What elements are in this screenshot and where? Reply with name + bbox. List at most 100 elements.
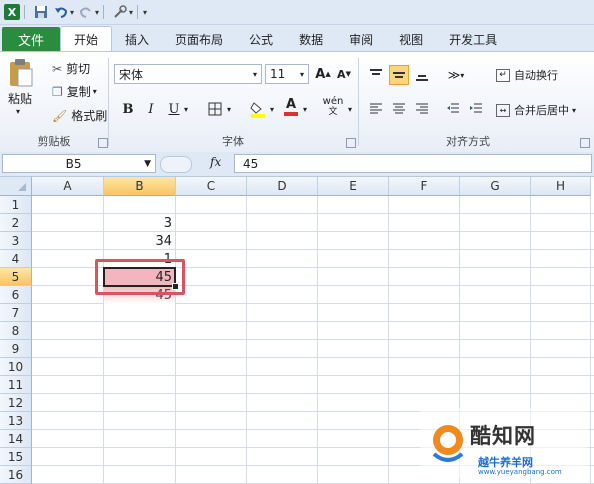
tab-review[interactable]: 审阅 (336, 27, 386, 51)
cell-b2[interactable]: 3 (104, 214, 175, 232)
row-header-12[interactable]: 12 (0, 394, 32, 412)
font-name-value: 宋体 (119, 67, 144, 82)
formula-bar-splitter[interactable] (160, 156, 192, 173)
row-header-10[interactable]: 10 (0, 358, 32, 376)
column-header-b[interactable]: B (104, 177, 176, 196)
align-left-button[interactable] (366, 99, 386, 119)
row-header-16[interactable]: 16 (0, 466, 32, 484)
column-header-d[interactable]: D (247, 177, 318, 196)
borders-dropdown-icon[interactable]: ▾ (227, 105, 231, 114)
font-size-value: 11 (270, 67, 286, 81)
row-header-8[interactable]: 8 (0, 322, 32, 340)
row-header-7[interactable]: 7 (0, 304, 32, 322)
underline-dropdown-icon[interactable]: ▾ (184, 105, 188, 114)
font-color-dropdown-icon[interactable]: ▾ (303, 105, 307, 114)
tools-dropdown-icon[interactable]: ▾ (129, 8, 133, 17)
redo-dropdown-icon[interactable]: ▾ (95, 8, 99, 17)
name-box[interactable]: B5 ▼ (2, 154, 156, 173)
tools-icon[interactable] (112, 4, 128, 20)
select-all-corner[interactable] (0, 177, 32, 196)
decrease-indent-button[interactable] (443, 99, 463, 119)
row-header-1[interactable]: 1 (0, 196, 32, 214)
save-icon[interactable] (33, 4, 49, 20)
row-header-13[interactable]: 13 (0, 412, 32, 430)
column-header-e[interactable]: E (318, 177, 389, 196)
font-size-select[interactable]: 11 ▾ (265, 64, 309, 84)
font-color-button[interactable]: A (281, 97, 301, 117)
column-header-f[interactable]: F (389, 177, 460, 196)
column-header-a[interactable]: A (32, 177, 104, 196)
tab-insert[interactable]: 插入 (112, 27, 162, 51)
column-header-g[interactable]: G (460, 177, 531, 196)
merge-dropdown-icon[interactable]: ▾ (572, 106, 576, 115)
tab-home[interactable]: 开始 (60, 26, 113, 51)
clipboard-dialog-launcher-icon[interactable] (98, 138, 108, 148)
format-painter-button[interactable]: 🖌 格式刷 (52, 107, 107, 124)
row-header-9[interactable]: 9 (0, 340, 32, 358)
bold-button[interactable]: B (118, 99, 138, 119)
chevron-down-icon: ▾ (252, 69, 257, 79)
undo-icon[interactable] (53, 4, 69, 20)
format-painter-label: 格式刷 (71, 109, 108, 123)
tab-data[interactable]: 数据 (286, 27, 336, 51)
tab-formulas[interactable]: 公式 (236, 27, 286, 51)
merge-center-button[interactable]: ↔ 合并后居中 ▾ (496, 102, 576, 118)
wrap-text-button[interactable]: ↵ 自动换行 (496, 67, 558, 83)
column-gridline (175, 196, 176, 484)
row-header-14[interactable]: 14 (0, 430, 32, 448)
row-header-6[interactable]: 6 (0, 286, 32, 304)
column-header-h[interactable]: H (531, 177, 591, 196)
merge-icon: ↔ (496, 103, 510, 117)
row-header-3[interactable]: 3 (0, 232, 32, 250)
copy-dropdown-icon[interactable]: ▾ (93, 87, 97, 96)
borders-button[interactable] (205, 99, 225, 119)
phonetic-button[interactable]: wén 文 (320, 97, 346, 118)
fill-color-dropdown-icon[interactable]: ▾ (270, 105, 274, 114)
tab-file[interactable]: 文件 (2, 27, 60, 51)
underline-button[interactable]: U (164, 99, 184, 119)
chevron-down-icon[interactable]: ▼ (144, 159, 151, 169)
grow-font-button[interactable]: A ▲ (313, 64, 333, 84)
row-header-11[interactable]: 11 (0, 376, 32, 394)
font-group-label: 字体 (222, 135, 244, 148)
orientation-button[interactable]: ≫ ▾ (443, 65, 469, 85)
tab-page-layout[interactable]: 页面布局 (162, 27, 236, 51)
row-header-2[interactable]: 2 (0, 214, 32, 232)
align-top-button[interactable] (366, 65, 386, 85)
formula-input[interactable]: 45 (234, 154, 592, 173)
phonetic-dropdown-icon[interactable]: ▾ (348, 105, 352, 114)
align-middle-icon (393, 72, 405, 78)
row-header-5[interactable]: 5 (0, 268, 32, 286)
paste-dropdown-icon[interactable]: ▾ (16, 107, 20, 116)
row-header-15[interactable]: 15 (0, 448, 32, 466)
copy-button[interactable]: ❐ 复制 ▾ (52, 83, 97, 100)
grow-font-icon: A (315, 66, 326, 82)
increase-indent-button[interactable] (466, 99, 486, 119)
scissors-icon: ✂ (52, 61, 63, 76)
row-header-4[interactable]: 4 (0, 250, 32, 268)
align-middle-button[interactable] (389, 65, 409, 85)
font-color-icon: A (285, 97, 297, 112)
italic-button[interactable]: I (141, 99, 161, 119)
shrink-font-button[interactable]: A ▼ (334, 64, 354, 84)
align-center-button[interactable] (389, 99, 409, 119)
font-dialog-launcher-icon[interactable] (346, 138, 356, 148)
paste-button[interactable]: 粘贴 ▾ (8, 58, 34, 116)
text-orientation-icon: ≫ (447, 68, 461, 82)
tab-developer[interactable]: 开发工具 (436, 27, 510, 51)
font-name-select[interactable]: 宋体 ▾ (114, 64, 262, 84)
cut-button[interactable]: ✂ 剪切 (52, 60, 90, 77)
insert-function-icon[interactable]: fx (210, 155, 221, 169)
customize-toolbar-icon[interactable]: ▾ (143, 8, 147, 17)
column-header-c[interactable]: C (176, 177, 247, 196)
excel-logo-icon[interactable]: X (4, 4, 20, 20)
tab-view[interactable]: 视图 (386, 27, 436, 51)
fill-color-button[interactable] (248, 99, 268, 119)
alignment-dialog-launcher-icon[interactable] (580, 138, 590, 148)
undo-dropdown-icon[interactable]: ▾ (70, 8, 74, 17)
redo-icon[interactable] (78, 4, 94, 20)
divider (103, 5, 105, 19)
cell-b3[interactable]: 34 (104, 232, 175, 250)
align-right-button[interactable] (412, 99, 432, 119)
align-bottom-button[interactable] (412, 65, 432, 85)
